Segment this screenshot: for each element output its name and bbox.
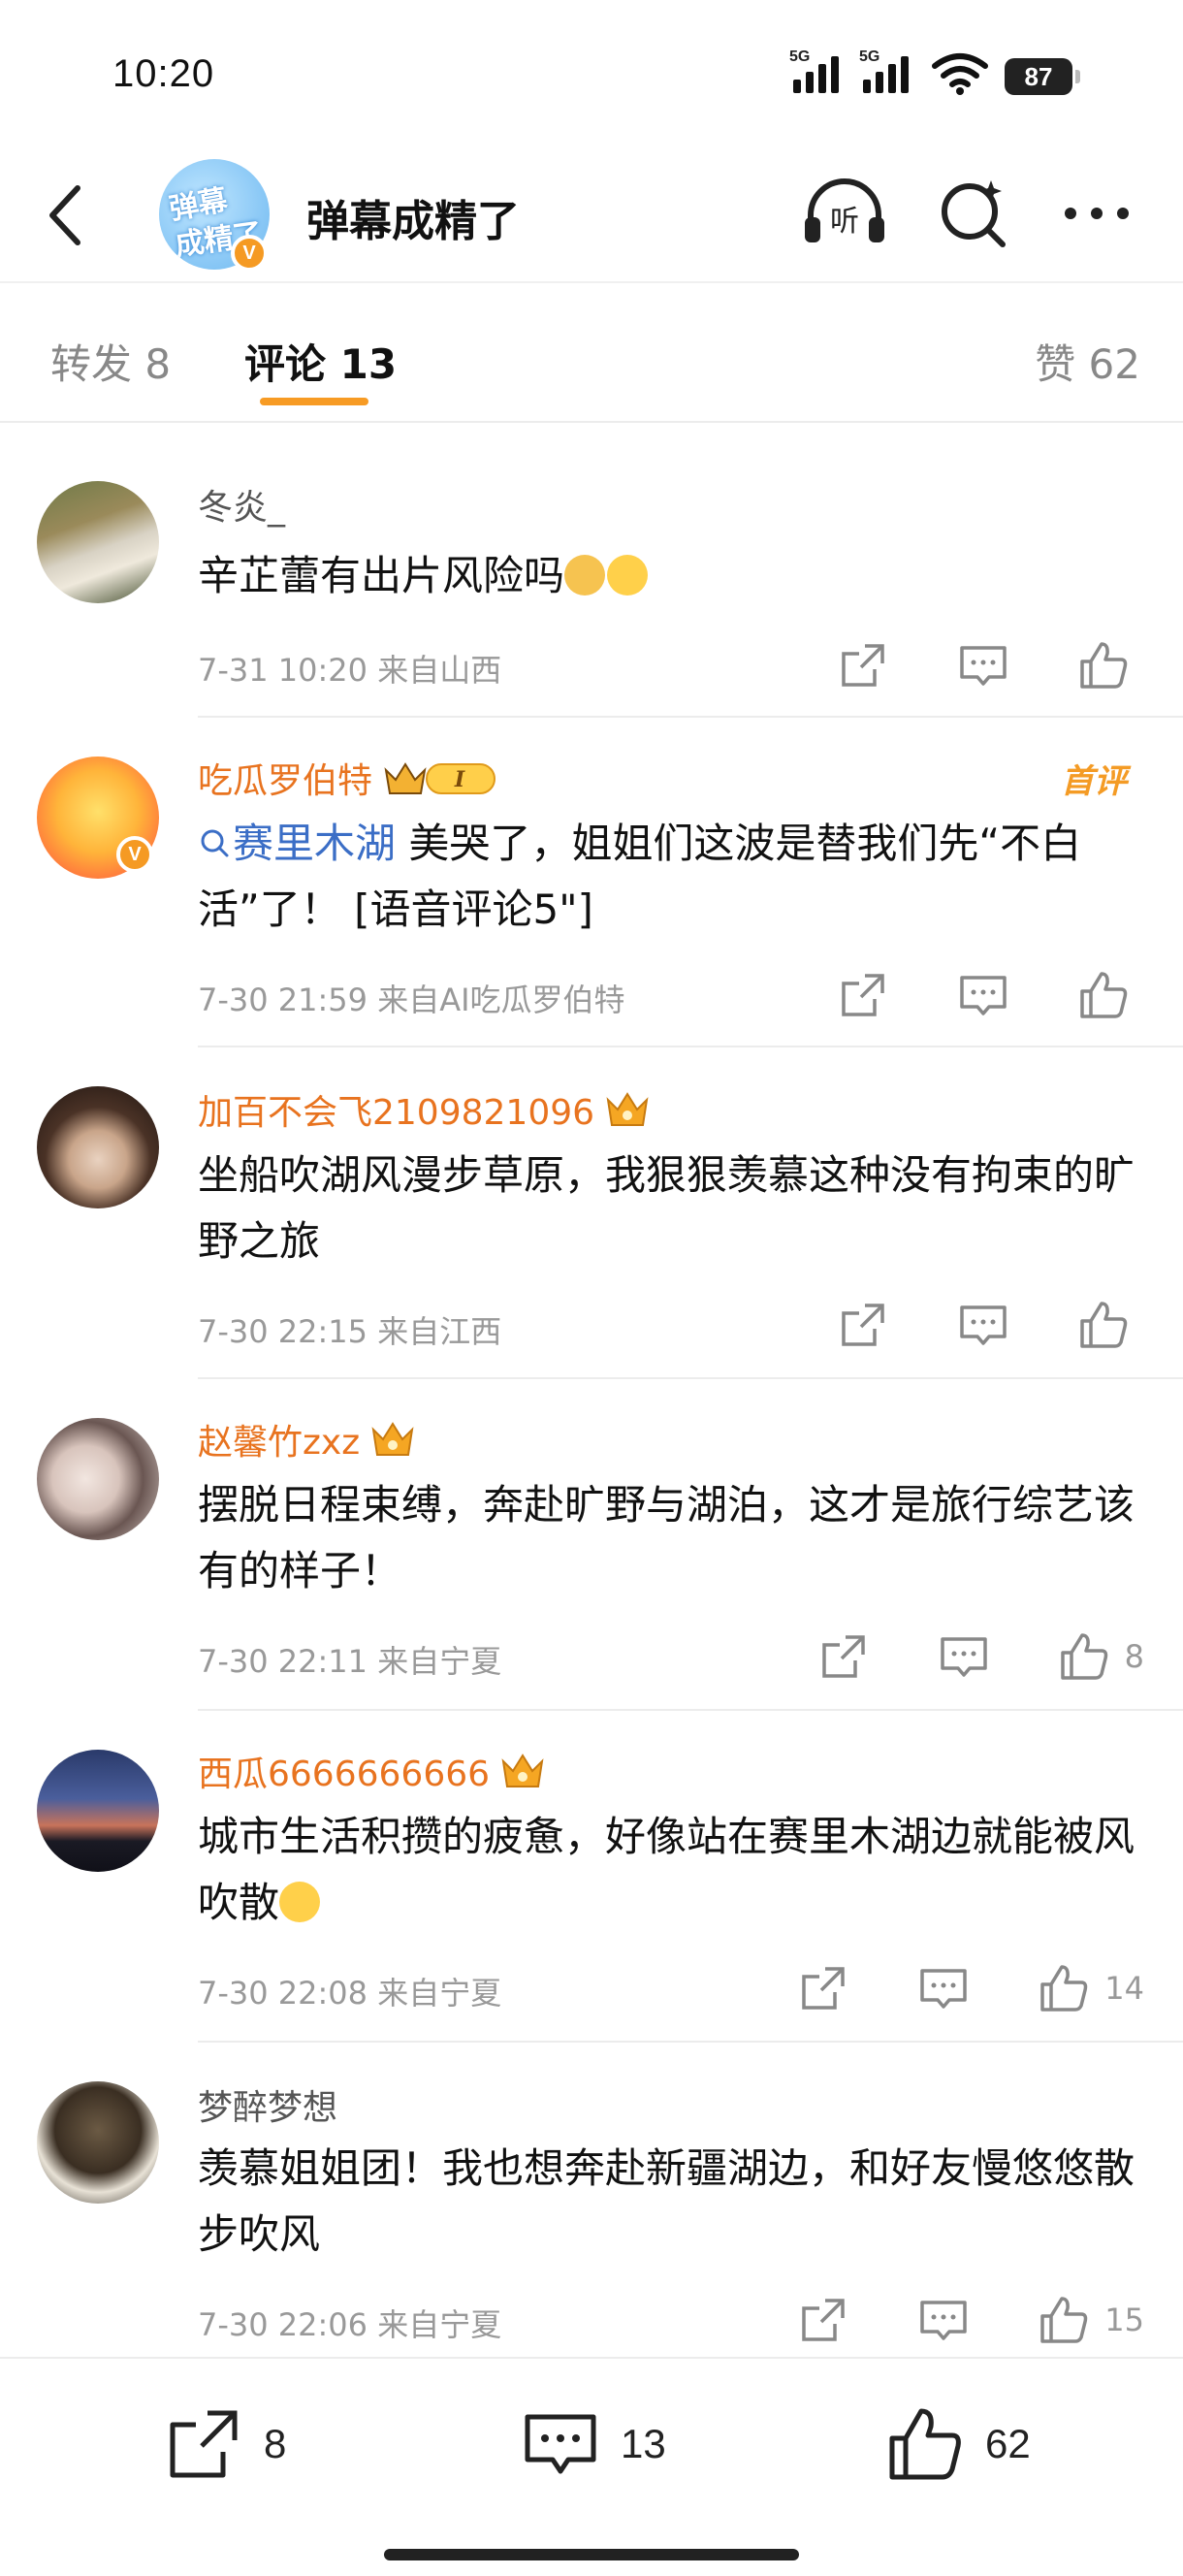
avatar[interactable] (37, 481, 159, 603)
comment-actions: 15 (730, 2293, 1144, 2347)
share-icon[interactable] (836, 968, 890, 1022)
verified-badge: V (231, 235, 268, 272)
comment-text: 辛芷蕾有出片风险吗 (198, 543, 1148, 609)
share-icon[interactable] (796, 1961, 850, 2015)
comment-icon[interactable] (916, 2293, 971, 2347)
comment-actions (770, 1298, 1144, 1352)
comment-meta: 7-30 22:11 来自宁夏 (198, 1643, 502, 1680)
avatar[interactable] (37, 2081, 159, 2204)
avatar[interactable] (37, 1750, 159, 1872)
like-icon[interactable] (1037, 2293, 1091, 2347)
like-icon[interactable] (1057, 1629, 1111, 1684)
comment-icon[interactable] (937, 1629, 991, 1684)
verified-badge: V (116, 836, 153, 873)
like-icon[interactable] (1076, 638, 1131, 692)
comment-actions: 8 (751, 1629, 1144, 1684)
comment-actions (770, 638, 1144, 692)
share-icon[interactable] (836, 1298, 890, 1352)
more-icon[interactable] (1053, 175, 1140, 252)
back-arrow-icon[interactable] (39, 177, 97, 254)
comment-meta: 7-31 10:20 来自山西 (198, 652, 502, 689)
like-icon[interactable] (1076, 968, 1131, 1022)
comment-meta: 7-30 21:59 来自AI吃瓜罗伯特 (198, 982, 625, 1018)
tab-likes[interactable]: 赞 62 (1035, 332, 1140, 391)
status-time: 10:20 (112, 52, 215, 95)
tab-comments[interactable]: 评论 13 (244, 332, 397, 391)
bottom-repost-button[interactable]: 8 (163, 2403, 286, 2485)
divider (198, 1709, 1183, 1711)
svg-text:I: I (454, 767, 465, 792)
comment-author[interactable]: 吃瓜罗伯特 I (198, 753, 502, 803)
like-count: 8 (1124, 1638, 1144, 1675)
divider (198, 1046, 1183, 1047)
home-indicator[interactable] (384, 2549, 799, 2560)
comment-author[interactable]: 冬炎_ (198, 479, 285, 530)
like-count: 15 (1104, 2302, 1144, 2338)
divider (198, 716, 1183, 718)
signal-icon-2: 5G (859, 48, 909, 93)
bottom-comment-button[interactable]: 13 (520, 2403, 666, 2485)
comment-text: 坐船吹湖风漫步草原，我狠狠羡慕这种没有拘束的旷野之旅 (198, 1151, 1135, 1265)
search-icon (201, 829, 229, 857)
page-title[interactable]: 弹幕成精了 (306, 186, 520, 248)
divider (198, 1377, 1183, 1379)
like-icon (889, 2408, 961, 2480)
comment-icon[interactable] (956, 1298, 1010, 1352)
comment-meta: 7-30 22:06 来自宁夏 (198, 2306, 502, 2343)
crown-icon (606, 1092, 649, 1126)
share-icon[interactable] (816, 1629, 871, 1684)
doge-emoji-icon (564, 555, 606, 596)
comment-author[interactable]: 赵馨竹zxz (198, 1414, 416, 1465)
comment-text: 摆脱日程束缚，奔赴旷野与湖泊，这才是旅行综艺该有的样子！ (198, 1481, 1135, 1594)
share-icon[interactable] (796, 2293, 850, 2347)
comment-meta: 7-30 22:08 来自宁夏 (198, 1975, 502, 2012)
search-ai-icon[interactable] (931, 175, 1018, 252)
comment-author[interactable]: 西瓜6666666666 (198, 1746, 546, 1796)
crown-icon (371, 1422, 414, 1456)
comment-text: 城市生活积攒的疲惫，好像站在赛里木湖边就能被风吹散 (198, 1813, 1135, 1926)
comment-text: 赛里木湖 美哭了，姐姐们这波是替我们先“不白活”了！ [语音评论5"] (198, 820, 1082, 933)
wifi-icon (932, 53, 988, 95)
battery-indicator: 87 (1005, 58, 1080, 95)
comment-icon[interactable] (956, 638, 1010, 692)
status-bar: 10:20 5G 5G 87 (0, 0, 1183, 145)
comment-author[interactable]: 加百不会飞2109821096 (198, 1084, 651, 1135)
svg-text:听: 听 (830, 205, 859, 239)
comment-icon[interactable] (916, 1961, 971, 2015)
topic-link[interactable]: 赛里木湖 (198, 820, 396, 867)
crown-level-badge-icon: I (384, 762, 496, 794)
signal-icon: 5G (789, 48, 839, 93)
tab-bar: 转发 8 评论 13 赞 62 (0, 281, 1183, 423)
avatar[interactable] (37, 1418, 159, 1540)
share-icon (170, 2410, 238, 2478)
bottom-action-bar: 8 13 62 (0, 2357, 1183, 2576)
laugh-cry-emoji-icon (607, 555, 649, 596)
header-bar: 弹幕 成精了 V 弹幕成精了 听 (0, 145, 1183, 281)
like-icon[interactable] (1037, 1961, 1091, 2015)
like-icon[interactable] (1076, 1298, 1131, 1352)
comment-author[interactable]: 梦醉梦想 (198, 2079, 337, 2130)
comment-icon[interactable] (956, 968, 1010, 1022)
sad-emoji-icon (279, 1882, 321, 1922)
crown-icon (501, 1754, 544, 1787)
active-tab-indicator (260, 398, 368, 405)
like-count: 14 (1104, 1970, 1144, 2007)
divider (198, 2041, 1183, 2043)
comment-meta: 7-30 22:15 来自江西 (198, 1313, 502, 1350)
comment-text: 羡慕姐姐团！我也想奔赴新疆湖边，和好友慢悠悠散步吹风 (198, 2144, 1135, 2258)
comment-actions: 14 (730, 1961, 1144, 2015)
tab-repost[interactable]: 转发 8 (50, 332, 171, 391)
comment-icon (525, 2414, 596, 2474)
bottom-like-button[interactable]: 62 (884, 2403, 1031, 2485)
comment-actions (770, 968, 1144, 1022)
first-comment-badge: 首评 (1061, 762, 1127, 801)
headphone-listen-icon[interactable]: 听 (801, 175, 888, 252)
avatar[interactable] (37, 1086, 159, 1208)
share-icon[interactable] (836, 638, 890, 692)
